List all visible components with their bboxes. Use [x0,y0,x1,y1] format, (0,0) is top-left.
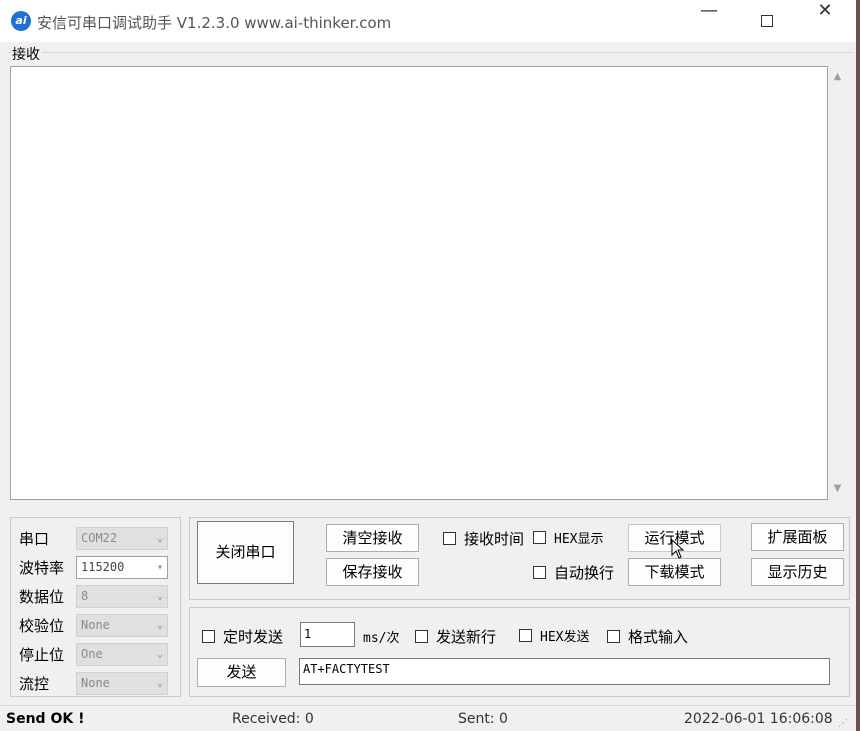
show-history-button[interactable]: 显示历史 [751,558,844,586]
stopbits-select[interactable]: One ⌄ [76,643,168,666]
clear-receive-button[interactable]: 清空接收 [326,524,419,552]
sent-count: Sent: 0 [458,711,508,727]
chevron-down-icon: ⌄ [156,591,163,602]
expand-panel-button[interactable]: 扩展面板 [751,523,844,551]
timed-send-label: 定时发送 [223,628,284,646]
status-bar: Send OK ! Received: 0 Sent: 0 2022-06-01… [0,705,856,731]
save-receive-button[interactable]: 保存接收 [326,558,419,586]
download-mode-button[interactable]: 下载模式 [628,558,721,586]
auto-newline-checkbox[interactable]: 自动换行 [533,562,614,583]
minimize-button[interactable]: — [680,0,738,42]
databits-value: 8 [81,589,89,603]
status-message: Send OK ! [6,711,85,727]
scroll-down-icon[interactable]: ▼ [828,480,847,498]
checkbox-icon [519,629,532,642]
chevron-down-icon: ⌄ [156,533,163,544]
close-port-button[interactable]: 关闭串口 [197,521,294,584]
checkbox-icon [607,630,620,643]
window-title: 安信可串口调试助手 V1.2.3.0 www.ai-thinker.com [37,14,392,32]
hex-send-label: HEX发送 [540,630,590,645]
port-select[interactable]: COM22 ⌄ [76,527,168,550]
parity-select[interactable]: None ⌄ [76,614,168,637]
hex-send-checkbox[interactable]: HEX发送 [519,626,589,645]
chevron-down-icon: ⌄ [156,678,163,689]
app-logo-icon: ai [11,11,31,31]
checkbox-icon [443,532,456,545]
format-input-label: 格式输入 [628,628,689,646]
control-panel: 关闭串口 清空接收 保存接收 接收时间 HEX显示 自动换行 运行模式 下载模式… [189,517,850,600]
receive-time-checkbox[interactable]: 接收时间 [443,528,524,549]
close-icon: ✕ [817,0,833,21]
checkbox-icon [533,531,546,544]
maximize-button[interactable] [738,0,796,42]
timed-send-checkbox[interactable]: 定时发送 [202,626,283,647]
title-bar: ai 安信可串口调试助手 V1.2.3.0 www.ai-thinker.com… [0,0,860,42]
send-panel: 定时发送 1 ms/次 发送新行 HEX发送 格式输入 发送 AT+FACTYT… [189,607,850,697]
receive-scrollbar[interactable]: ▲ ▼ [828,66,847,500]
port-label: 串口 [19,530,50,548]
flow-value: None [81,676,110,690]
mouse-cursor-icon [671,539,685,559]
send-button[interactable]: 发送 [197,658,286,687]
received-count: Received: 0 [232,711,314,727]
receive-textarea[interactable] [10,66,828,500]
minimize-icon: — [700,0,718,21]
port-value: COM22 [81,531,118,545]
receive-group-label: 接收 [12,44,42,64]
send-newline-label: 发送新行 [436,628,497,646]
scroll-up-icon[interactable]: ▲ [828,68,847,86]
caret-down-icon: ▾ [156,562,163,573]
checkbox-icon [415,630,428,643]
parity-label: 校验位 [19,617,65,635]
stopbits-label: 停止位 [19,646,65,664]
chevron-down-icon: ⌄ [156,649,163,660]
baud-value: 115200 [81,560,125,574]
send-newline-checkbox[interactable]: 发送新行 [415,626,496,647]
format-input-checkbox[interactable]: 格式输入 [607,626,688,647]
hex-display-label: HEX显示 [554,532,604,547]
hex-display-checkbox[interactable]: HEX显示 [533,528,603,547]
send-text-input[interactable]: AT+FACTYTEST [299,658,830,685]
resize-grip-icon[interactable]: ⋰ [838,718,848,729]
receive-group-border [8,52,853,53]
baud-label: 波特率 [19,559,65,577]
databits-select[interactable]: 8 ⌄ [76,585,168,608]
databits-label: 数据位 [19,588,65,606]
baud-select[interactable]: 115200 ▾ [76,556,168,579]
auto-newline-label: 自动换行 [554,564,615,582]
maximize-icon [761,15,773,27]
checkbox-icon [533,566,546,579]
flow-label: 流控 [19,675,50,693]
interval-unit-label: ms/次 [363,631,400,646]
stopbits-value: One [81,647,103,661]
serial-settings-panel: 串口 COM22 ⌄ 波特率 115200 ▾ 数据位 8 ⌄ 校验位 None ⌄ 停… [10,517,181,697]
checkbox-icon [202,630,215,643]
chevron-down-icon: ⌄ [156,620,163,631]
status-timestamp: 2022-06-01 16:06:08 [684,711,833,727]
receive-time-label: 接收时间 [464,530,525,548]
interval-input[interactable]: 1 [300,622,355,647]
window-edge [856,0,860,731]
close-button[interactable]: ✕ [796,0,854,42]
parity-value: None [81,618,110,632]
flow-select[interactable]: None ⌄ [76,672,168,695]
